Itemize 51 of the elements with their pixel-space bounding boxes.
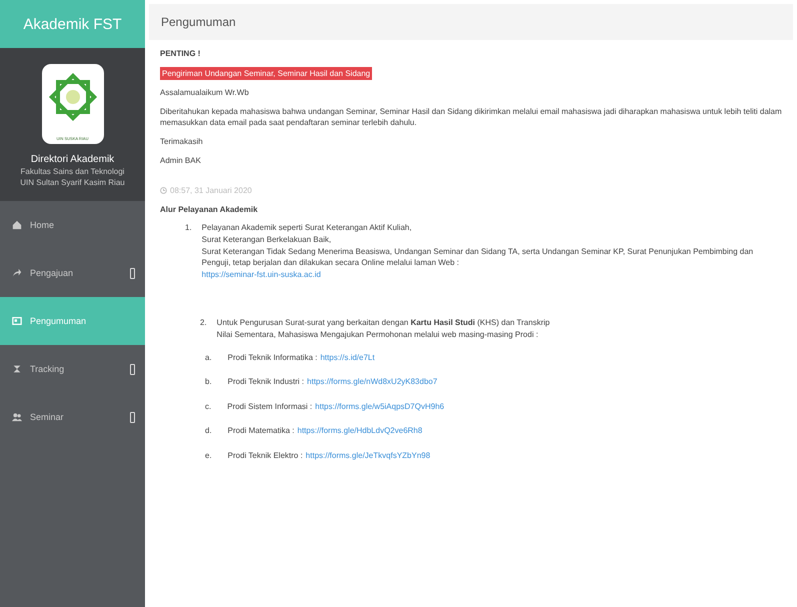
form-link[interactable]: https://forms.gle/HdbLdvQ2ve6Rh8	[297, 425, 422, 437]
sidebar-item[interactable]: Pengajuan	[0, 249, 145, 297]
list-marker: b.	[205, 376, 212, 388]
step-text: Pelayanan Akademik seperti Surat Keterangan Aktif Kuliah,	[202, 222, 413, 234]
sidebar-item-label: Tracking	[30, 364, 66, 374]
profile-subtitle: Fakultas Sains dan Teknologi	[20, 167, 124, 176]
sidebar-item-label: Pengajuan	[30, 268, 74, 278]
send-icon	[12, 268, 22, 278]
step-text: Surat Keterangan Tidak Sedang Menerima Beasiswa, Undangan Seminar dan Sidang TA, serta Undangan Seminar KP, Surat Penunjukan Pembimbing dan Penguji, tetap berjalan dan dilakukan secara Online melalui laman Web :	[202, 246, 754, 269]
list-marker: a.	[205, 352, 212, 364]
step-text: Surat Keterangan Berkelakuan Baik,	[202, 234, 332, 246]
list-marker: e.	[205, 450, 212, 462]
greeting: Assalamualaikum Wr.Wb	[160, 87, 250, 99]
sidebar-item[interactable]: Tracking	[0, 345, 145, 393]
sidebar-item-label: Home	[30, 220, 56, 230]
list-marker: d.	[205, 425, 212, 437]
people-icon	[12, 412, 22, 422]
signature: Admin BAK	[160, 154, 202, 166]
section-heading: Alur Pelayanan Akademik	[160, 204, 259, 216]
sidebar-item-label: Seminar	[30, 412, 65, 422]
home-icon	[12, 220, 22, 230]
thanks-text: Terimakasih	[160, 136, 204, 148]
list-marker: c.	[205, 400, 212, 412]
clock-icon	[160, 187, 167, 194]
notice-paragraph: Diberitahukan kepada mahasiswa bahwa undangan Seminar, Seminar Hasil dan Sidang dikirimkan melalui email mahasiswa jadi diharapkan mahasiswa untuk lebih teliti dalam memasukkan data email pada saat pendaftaran seminar terlebih dahulu.	[160, 106, 782, 129]
list-number: 1.	[185, 222, 192, 234]
prodi-label: Prodi Teknik Informatika :	[228, 352, 318, 364]
web-link[interactable]: https://seminar-fst.uin-suska.ac.id	[202, 268, 782, 280]
profile-name: Direktori Akademik	[30, 154, 114, 165]
notice-heading: PENTING !	[160, 48, 202, 60]
profile-subtitle: UIN Sultan Syarif Kasim Riau	[20, 178, 125, 187]
form-link[interactable]: https://forms.gle/w5iAqpsD7QvH9h6	[315, 400, 444, 412]
step-text: Untuk Pengurusan Surat-surat yang berkaitan dengan Kartu Hasil Studi (KHS) dan Transkrip Nilai Sementara, Mahasiswa Mengajukan Permohonan melalui web masing-masing Prodi :	[216, 317, 551, 340]
list-number: 2.	[200, 317, 207, 330]
sidebar-item-label: Pengumuman	[30, 316, 88, 326]
sidebar-item[interactable]: Pengumuman	[0, 297, 145, 345]
prodi-label: Prodi Sistem Informasi :	[227, 400, 312, 412]
form-link[interactable]: https://s.id/e7Lt	[320, 352, 375, 364]
post-date: 08:57, 31 Januari 2020	[170, 185, 252, 197]
highlighted-title: Pengiriman Undangan Seminar, Seminar Hasil dan Sidang	[160, 66, 372, 80]
sidebar-title: Akademik FST	[0, 0, 145, 48]
news-icon	[12, 316, 22, 326]
prodi-label: Prodi Matematika :	[228, 425, 294, 437]
prodi-label: Prodi Teknik Elektro :	[228, 450, 303, 462]
sidebar-item[interactable]: Seminar	[0, 393, 145, 441]
form-link[interactable]: https://forms.gle/nWd8xU2yK83dbo7	[307, 376, 438, 388]
form-link[interactable]: https://forms.gle/JeTkvqfsYZbYn98	[306, 450, 430, 462]
sidebar-item[interactable]: Home	[0, 201, 145, 249]
track-icon	[12, 364, 22, 374]
page-title: Pengumuman	[149, 4, 793, 40]
prodi-label: Prodi Teknik Industri :	[228, 376, 304, 388]
